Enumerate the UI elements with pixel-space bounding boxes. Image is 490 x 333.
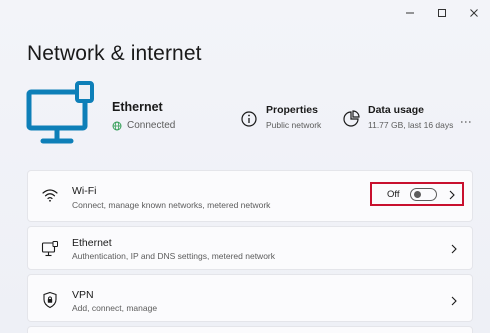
wifi-toggle[interactable] bbox=[410, 188, 437, 201]
data-usage-title: Data usage bbox=[368, 104, 425, 116]
data-usage-subtitle: 11.77 GB, last 16 days bbox=[368, 120, 454, 130]
info-icon bbox=[241, 111, 257, 127]
close-icon bbox=[470, 9, 478, 17]
data-usage-link[interactable]: Data usage 11.77 GB, last 16 days bbox=[342, 104, 453, 130]
properties-title: Properties bbox=[266, 104, 318, 116]
monitor-ethernet-icon bbox=[26, 81, 94, 144]
more-options-icon[interactable]: ⋮ bbox=[459, 116, 473, 125]
wifi-description: Connect, manage known networks, metered … bbox=[72, 200, 271, 210]
ethernet-description: Authentication, IP and DNS settings, met… bbox=[72, 251, 276, 261]
device-name: Ethernet bbox=[112, 100, 163, 114]
globe-icon bbox=[112, 121, 122, 130]
window-controls bbox=[394, 0, 490, 26]
settings-window: Network & internet Ethernet Connected Pr… bbox=[0, 0, 490, 333]
toggle-knob bbox=[414, 191, 421, 198]
ethernet-card[interactable]: Ethernet Authentication, IP and DNS sett… bbox=[27, 226, 473, 270]
wifi-icon bbox=[42, 189, 58, 202]
maximize-button[interactable] bbox=[426, 0, 458, 26]
status-text: Connected bbox=[127, 120, 176, 131]
vpn-description: Add, connect, manage bbox=[72, 303, 158, 313]
connection-status: Connected bbox=[112, 120, 175, 131]
chevron-right-icon bbox=[451, 244, 457, 254]
data-usage-icon bbox=[343, 110, 360, 127]
close-button[interactable] bbox=[458, 0, 490, 26]
wifi-toggle-highlight: Off bbox=[370, 182, 464, 206]
chevron-right-icon bbox=[451, 296, 457, 306]
minimize-icon bbox=[406, 12, 414, 14]
properties-link[interactable]: Properties Public network bbox=[240, 104, 321, 130]
ethernet-icon bbox=[41, 241, 58, 257]
chevron-right-icon[interactable] bbox=[448, 190, 456, 200]
next-settings-card[interactable] bbox=[27, 326, 473, 333]
shield-icon bbox=[43, 291, 57, 309]
vpn-title: VPN bbox=[72, 289, 94, 301]
vpn-card[interactable]: VPN Add, connect, manage bbox=[27, 274, 473, 322]
maximize-icon bbox=[438, 9, 446, 17]
minimize-button[interactable] bbox=[394, 0, 426, 26]
ethernet-title: Ethernet bbox=[72, 237, 112, 249]
page-title: Network & internet bbox=[27, 42, 202, 65]
wifi-toggle-label: Off bbox=[387, 189, 400, 200]
properties-subtitle: Public network bbox=[266, 120, 322, 130]
wifi-title: Wi-Fi bbox=[72, 185, 97, 197]
